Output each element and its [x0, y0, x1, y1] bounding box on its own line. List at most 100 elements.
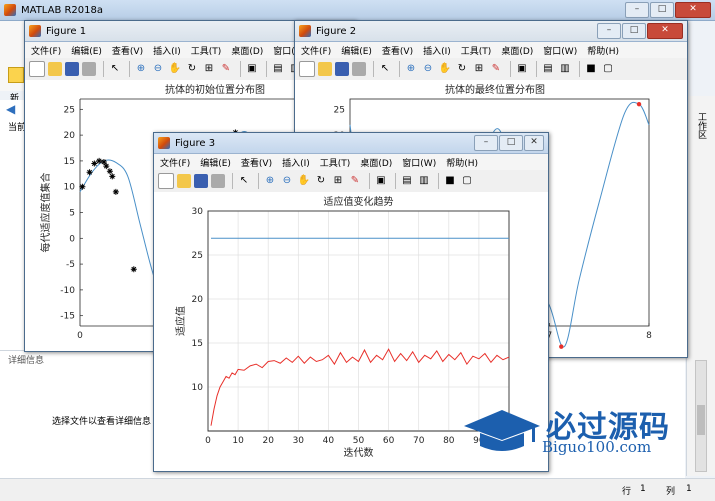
- menu-tools[interactable]: 工具(T): [320, 156, 351, 169]
- menu-file[interactable]: 文件(F): [31, 44, 61, 57]
- menu-edit[interactable]: 编辑(E): [341, 44, 372, 57]
- new-script-icon[interactable]: [8, 67, 24, 83]
- workspace-tab[interactable]: 工作区: [695, 112, 708, 139]
- print-icon[interactable]: [82, 62, 96, 76]
- pan-icon[interactable]: ✋: [438, 62, 452, 76]
- x-tick-label: 8: [646, 331, 652, 341]
- close-button[interactable]: ✕: [647, 23, 683, 39]
- menu-insert[interactable]: 插入(I): [153, 44, 181, 57]
- minimize-button[interactable]: –: [597, 23, 621, 39]
- open-folder-icon[interactable]: [177, 174, 191, 188]
- minimize-button[interactable]: –: [474, 135, 498, 151]
- close-button[interactable]: ✕: [524, 135, 544, 151]
- figure2-toolbar: ↖ ⊕ ⊖ ✋ ↻ ⊞ ✎ ▣ ▤ ▥ ■ ▢: [295, 58, 687, 81]
- figure3-toolbar: ↖ ⊕ ⊖ ✋ ↻ ⊞ ✎ ▣ ▤ ▥ ■ ▢: [154, 170, 548, 193]
- open-folder-icon[interactable]: [318, 62, 332, 76]
- open-folder-icon[interactable]: [48, 62, 62, 76]
- hide-tools-icon[interactable]: ■: [443, 174, 457, 188]
- menu-view[interactable]: 查看(V): [241, 156, 272, 169]
- menu-tools[interactable]: 工具(T): [461, 44, 492, 57]
- maximize-button[interactable]: □: [650, 2, 674, 18]
- colorbar-icon[interactable]: ▤: [271, 62, 285, 76]
- x-tick-label: 20: [262, 436, 274, 446]
- print-icon[interactable]: [352, 62, 366, 76]
- menu-window[interactable]: 窗口(W): [402, 156, 436, 169]
- y-tick-label: 25: [64, 105, 75, 115]
- menu-tools[interactable]: 工具(T): [191, 44, 222, 57]
- print-icon[interactable]: [211, 174, 225, 188]
- zoom-in-icon[interactable]: ⊕: [134, 62, 148, 76]
- watermark: 必过源码 Biguo100.com: [462, 404, 712, 464]
- y-tick-label: 30: [192, 207, 204, 217]
- save-icon[interactable]: [65, 62, 79, 76]
- menu-help[interactable]: 帮助(H): [446, 156, 478, 169]
- menu-insert[interactable]: 插入(I): [423, 44, 451, 57]
- edit-plot-icon[interactable]: ↖: [108, 62, 122, 76]
- x-tick-label: 0: [77, 331, 83, 341]
- legend-icon[interactable]: ▥: [558, 62, 572, 76]
- data-cursor-icon[interactable]: ⊞: [472, 62, 486, 76]
- rotate-icon[interactable]: ↻: [185, 62, 199, 76]
- maximize-button[interactable]: □: [622, 23, 646, 39]
- menu-insert[interactable]: 插入(I): [282, 156, 310, 169]
- zoom-in-icon[interactable]: ⊕: [404, 62, 418, 76]
- menu-edit[interactable]: 编辑(E): [200, 156, 231, 169]
- x-tick-label: 0: [205, 436, 211, 446]
- menu-window[interactable]: 窗口(W): [543, 44, 577, 57]
- colorbar-icon[interactable]: ▤: [541, 62, 555, 76]
- brush-icon[interactable]: ✎: [348, 174, 362, 188]
- zoom-in-icon[interactable]: ⊕: [263, 174, 277, 188]
- pan-icon[interactable]: ✋: [297, 174, 311, 188]
- menu-desktop[interactable]: 桌面(D): [501, 44, 533, 57]
- menu-file[interactable]: 文件(F): [301, 44, 331, 57]
- brush-icon[interactable]: ✎: [489, 62, 503, 76]
- chart-title: 适应值变化趋势: [324, 195, 394, 208]
- figure3-titlebar[interactable]: Figure 3 – □ ✕: [154, 133, 548, 154]
- menu-desktop[interactable]: 桌面(D): [360, 156, 392, 169]
- maximize-button[interactable]: □: [499, 135, 523, 151]
- y-tick-label: 25: [334, 105, 345, 115]
- save-icon[interactable]: [335, 62, 349, 76]
- menu-help[interactable]: 帮助(H): [587, 44, 619, 57]
- zoom-out-icon[interactable]: ⊖: [151, 62, 165, 76]
- hide-tools-icon[interactable]: ■: [584, 62, 598, 76]
- x-tick-label: 70: [413, 436, 425, 446]
- dock-icon[interactable]: ▢: [460, 174, 474, 188]
- edit-plot-icon[interactable]: ↖: [378, 62, 392, 76]
- menu-view[interactable]: 查看(V): [382, 44, 413, 57]
- data-cursor-icon[interactable]: ⊞: [202, 62, 216, 76]
- new-figure-icon[interactable]: [158, 173, 174, 189]
- x-tick-label: 50: [353, 436, 365, 446]
- y-tick-label: 20: [64, 131, 76, 141]
- link-plot-icon[interactable]: ▣: [515, 62, 529, 76]
- link-plot-icon[interactable]: ▣: [245, 62, 259, 76]
- menu-file[interactable]: 文件(F): [160, 156, 190, 169]
- menu-view[interactable]: 查看(V): [112, 44, 143, 57]
- minimize-button[interactable]: –: [625, 2, 649, 18]
- matlab-logo-icon: [4, 4, 16, 16]
- link-plot-icon[interactable]: ▣: [374, 174, 388, 188]
- figure2-titlebar[interactable]: Figure 2 – □ ✕: [295, 21, 687, 42]
- back-arrow-icon[interactable]: ◀: [6, 102, 15, 116]
- menu-edit[interactable]: 编辑(E): [71, 44, 102, 57]
- edit-plot-icon[interactable]: ↖: [237, 174, 251, 188]
- menu-desktop[interactable]: 桌面(D): [231, 44, 263, 57]
- figure1-title: Figure 1: [46, 25, 87, 37]
- y-tick-label: -15: [60, 312, 75, 322]
- dock-icon[interactable]: ▢: [601, 62, 615, 76]
- new-figure-icon[interactable]: [299, 61, 315, 77]
- pan-icon[interactable]: ✋: [168, 62, 182, 76]
- rotate-icon[interactable]: ↻: [455, 62, 469, 76]
- save-icon[interactable]: [194, 174, 208, 188]
- new-figure-icon[interactable]: [29, 61, 45, 77]
- zoom-out-icon[interactable]: ⊖: [421, 62, 435, 76]
- legend-icon[interactable]: ▥: [417, 174, 431, 188]
- data-cursor-icon[interactable]: ⊞: [331, 174, 345, 188]
- zoom-out-icon[interactable]: ⊖: [280, 174, 294, 188]
- brush-icon[interactable]: ✎: [219, 62, 233, 76]
- colorbar-icon[interactable]: ▤: [400, 174, 414, 188]
- close-button[interactable]: ✕: [675, 2, 711, 18]
- data-point-marker: [86, 169, 93, 176]
- matlab-titlebar[interactable]: MATLAB R2018a – □ ✕: [0, 0, 715, 21]
- rotate-icon[interactable]: ↻: [314, 174, 328, 188]
